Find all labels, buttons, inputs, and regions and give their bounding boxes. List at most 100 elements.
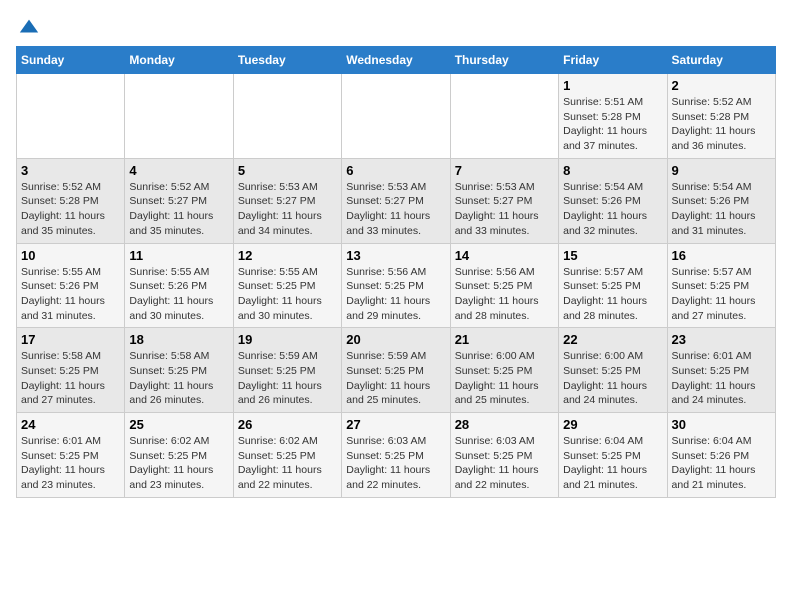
calendar-cell (342, 74, 450, 159)
day-number: 1 (563, 78, 662, 93)
calendar-cell: 7 Sunrise: 5:53 AM Sunset: 5:27 PM Daylig… (450, 158, 558, 243)
calendar-cell: 14 Sunrise: 5:56 AM Sunset: 5:25 PM Dayli… (450, 243, 558, 328)
day-number: 22 (563, 332, 662, 347)
day-info: Sunrise: 5:56 AM Sunset: 5:25 PM Dayligh… (346, 265, 445, 324)
calendar-cell: 16 Sunrise: 5:57 AM Sunset: 5:25 PM Dayli… (667, 243, 775, 328)
day-info: Sunrise: 5:55 AM Sunset: 5:25 PM Dayligh… (238, 265, 337, 324)
day-info: Sunrise: 6:04 AM Sunset: 5:26 PM Dayligh… (672, 434, 771, 493)
calendar-cell (17, 74, 125, 159)
week-row-3: 10 Sunrise: 5:55 AM Sunset: 5:26 PM Dayli… (17, 243, 776, 328)
calendar-cell: 23 Sunrise: 6:01 AM Sunset: 5:25 PM Dayli… (667, 328, 775, 413)
day-number: 11 (129, 248, 228, 263)
day-info: Sunrise: 6:00 AM Sunset: 5:25 PM Dayligh… (563, 349, 662, 408)
calendar-table: SundayMondayTuesdayWednesdayThursdayFrid… (16, 46, 776, 498)
day-info: Sunrise: 6:01 AM Sunset: 5:25 PM Dayligh… (672, 349, 771, 408)
calendar-cell: 27 Sunrise: 6:03 AM Sunset: 5:25 PM Dayli… (342, 413, 450, 498)
calendar-cell: 9Sunrise: 5:54 AM Sunset: 5:26 PM Daylig… (667, 158, 775, 243)
calendar-cell (233, 74, 341, 159)
calendar-cell: 29 Sunrise: 6:04 AM Sunset: 5:25 PM Dayli… (559, 413, 667, 498)
page-header (16, 16, 776, 38)
day-info: Sunrise: 6:01 AM Sunset: 5:25 PM Dayligh… (21, 434, 120, 493)
day-info: Sunrise: 5:53 AM Sunset: 5:27 PM Dayligh… (455, 180, 554, 239)
day-number: 13 (346, 248, 445, 263)
day-number: 30 (672, 417, 771, 432)
calendar-header: SundayMondayTuesdayWednesdayThursdayFrid… (17, 47, 776, 74)
day-info: Sunrise: 6:02 AM Sunset: 5:25 PM Dayligh… (129, 434, 228, 493)
day-number: 16 (672, 248, 771, 263)
day-number: 18 (129, 332, 228, 347)
day-info: Sunrise: 5:52 AM Sunset: 5:28 PM Dayligh… (21, 180, 120, 239)
day-info: Sunrise: 5:59 AM Sunset: 5:25 PM Dayligh… (238, 349, 337, 408)
week-row-5: 24 Sunrise: 6:01 AM Sunset: 5:25 PM Dayli… (17, 413, 776, 498)
day-info: Sunrise: 5:51 AM Sunset: 5:28 PM Dayligh… (563, 95, 662, 154)
calendar-cell: 5Sunrise: 5:53 AM Sunset: 5:27 PM Daylig… (233, 158, 341, 243)
calendar-cell: 11 Sunrise: 5:55 AM Sunset: 5:26 PM Dayli… (125, 243, 233, 328)
day-header-sunday: Sunday (17, 47, 125, 74)
calendar-cell: 25 Sunrise: 6:02 AM Sunset: 5:25 PM Dayli… (125, 413, 233, 498)
day-number: 14 (455, 248, 554, 263)
logo-icon (18, 16, 40, 38)
day-info: Sunrise: 5:54 AM Sunset: 5:26 PM Dayligh… (563, 180, 662, 239)
calendar-cell: 24 Sunrise: 6:01 AM Sunset: 5:25 PM Dayli… (17, 413, 125, 498)
day-info: Sunrise: 5:53 AM Sunset: 5:27 PM Dayligh… (238, 180, 337, 239)
day-number: 25 (129, 417, 228, 432)
calendar-cell: 3 Sunrise: 5:52 AM Sunset: 5:28 PM Daylig… (17, 158, 125, 243)
calendar-cell: 6 Sunrise: 5:53 AM Sunset: 5:27 PM Daylig… (342, 158, 450, 243)
day-number: 19 (238, 332, 337, 347)
week-row-4: 17 Sunrise: 5:58 AM Sunset: 5:25 PM Dayli… (17, 328, 776, 413)
calendar-cell: 17 Sunrise: 5:58 AM Sunset: 5:25 PM Dayli… (17, 328, 125, 413)
calendar-cell: 21 Sunrise: 6:00 AM Sunset: 5:25 PM Dayli… (450, 328, 558, 413)
day-number: 12 (238, 248, 337, 263)
day-info: Sunrise: 5:58 AM Sunset: 5:25 PM Dayligh… (21, 349, 120, 408)
day-number: 23 (672, 332, 771, 347)
day-header-tuesday: Tuesday (233, 47, 341, 74)
day-number: 17 (21, 332, 120, 347)
day-number: 24 (21, 417, 120, 432)
calendar-cell: 10 Sunrise: 5:55 AM Sunset: 5:26 PM Dayli… (17, 243, 125, 328)
day-number: 10 (21, 248, 120, 263)
day-number: 6 (346, 163, 445, 178)
day-info: Sunrise: 5:57 AM Sunset: 5:25 PM Dayligh… (672, 265, 771, 324)
day-number: 8 (563, 163, 662, 178)
day-info: Sunrise: 6:02 AM Sunset: 5:25 PM Dayligh… (238, 434, 337, 493)
day-info: Sunrise: 5:55 AM Sunset: 5:26 PM Dayligh… (129, 265, 228, 324)
calendar-cell: 20 Sunrise: 5:59 AM Sunset: 5:25 PM Dayli… (342, 328, 450, 413)
calendar-cell: 26 Sunrise: 6:02 AM Sunset: 5:25 PM Dayli… (233, 413, 341, 498)
day-info: Sunrise: 6:03 AM Sunset: 5:25 PM Dayligh… (346, 434, 445, 493)
day-header-monday: Monday (125, 47, 233, 74)
day-info: Sunrise: 5:59 AM Sunset: 5:25 PM Dayligh… (346, 349, 445, 408)
day-number: 26 (238, 417, 337, 432)
calendar-cell: 15 Sunrise: 5:57 AM Sunset: 5:25 PM Dayli… (559, 243, 667, 328)
week-row-2: 3 Sunrise: 5:52 AM Sunset: 5:28 PM Daylig… (17, 158, 776, 243)
day-info: Sunrise: 5:53 AM Sunset: 5:27 PM Dayligh… (346, 180, 445, 239)
calendar-cell: 28Sunrise: 6:03 AM Sunset: 5:25 PM Dayli… (450, 413, 558, 498)
day-header-saturday: Saturday (667, 47, 775, 74)
day-header-wednesday: Wednesday (342, 47, 450, 74)
day-number: 15 (563, 248, 662, 263)
day-info: Sunrise: 6:04 AM Sunset: 5:25 PM Dayligh… (563, 434, 662, 493)
day-number: 20 (346, 332, 445, 347)
day-number: 9 (672, 163, 771, 178)
day-number: 3 (21, 163, 120, 178)
logo (16, 16, 40, 38)
day-header-thursday: Thursday (450, 47, 558, 74)
day-info: Sunrise: 5:57 AM Sunset: 5:25 PM Dayligh… (563, 265, 662, 324)
calendar-cell (450, 74, 558, 159)
day-number: 29 (563, 417, 662, 432)
day-info: Sunrise: 5:56 AM Sunset: 5:25 PM Dayligh… (455, 265, 554, 324)
day-info: Sunrise: 6:00 AM Sunset: 5:25 PM Dayligh… (455, 349, 554, 408)
day-number: 28 (455, 417, 554, 432)
calendar-cell: 30 Sunrise: 6:04 AM Sunset: 5:26 PM Dayli… (667, 413, 775, 498)
day-number: 21 (455, 332, 554, 347)
calendar-cell: 18Sunrise: 5:58 AM Sunset: 5:25 PM Dayli… (125, 328, 233, 413)
day-info: Sunrise: 5:52 AM Sunset: 5:28 PM Dayligh… (672, 95, 771, 154)
day-info: Sunrise: 5:52 AM Sunset: 5:27 PM Dayligh… (129, 180, 228, 239)
calendar-cell: 13 Sunrise: 5:56 AM Sunset: 5:25 PM Dayli… (342, 243, 450, 328)
calendar-cell: 2Sunrise: 5:52 AM Sunset: 5:28 PM Daylig… (667, 74, 775, 159)
day-info: Sunrise: 5:55 AM Sunset: 5:26 PM Dayligh… (21, 265, 120, 324)
calendar-cell: 12 Sunrise: 5:55 AM Sunset: 5:25 PM Dayli… (233, 243, 341, 328)
calendar-cell: 8 Sunrise: 5:54 AM Sunset: 5:26 PM Daylig… (559, 158, 667, 243)
day-number: 7 (455, 163, 554, 178)
day-number: 4 (129, 163, 228, 178)
day-number: 27 (346, 417, 445, 432)
